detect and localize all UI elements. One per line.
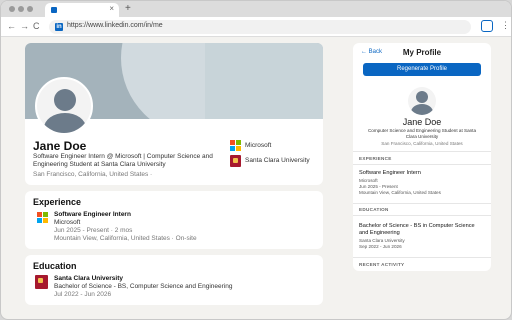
forward-arrow-icon[interactable]: → bbox=[20, 21, 29, 31]
sidebar-avatar bbox=[408, 87, 436, 115]
regenerate-profile-button[interactable]: Regenerate Profile bbox=[363, 63, 481, 76]
experience-heading: Experience bbox=[33, 197, 82, 207]
close-window-dot[interactable] bbox=[9, 6, 15, 12]
maximize-window-dot[interactable] bbox=[27, 6, 33, 12]
browser-window: × + ← → C in https://www.linkedin.com/in… bbox=[0, 0, 512, 320]
sidebar-headline-line1: Computer Science and Engineering Student… bbox=[367, 128, 477, 133]
tab-bar: × + bbox=[1, 1, 511, 17]
experience-role[interactable]: Software Engineer Intern bbox=[54, 211, 131, 218]
avatar-head-shape bbox=[54, 89, 76, 111]
divider bbox=[353, 151, 491, 152]
divider bbox=[353, 164, 491, 165]
profile-avatar[interactable] bbox=[35, 77, 93, 135]
sidebar-edu-degree-line2: and Engineering bbox=[359, 230, 400, 236]
url-bar[interactable]: in https://www.linkedin.com/in/me bbox=[49, 20, 471, 34]
url-text[interactable]: https://www.linkedin.com/in/me bbox=[67, 22, 163, 29]
sidebar-education-header: EDUCATION bbox=[359, 207, 389, 212]
minimize-window-dot[interactable] bbox=[18, 6, 24, 12]
browser-menu-icon[interactable]: ⋮ bbox=[501, 20, 510, 31]
education-degree: Bachelor of Science - BS, Computer Scien… bbox=[54, 283, 233, 290]
avatar-head-shape bbox=[416, 91, 428, 103]
linkedin-favicon-icon bbox=[51, 7, 57, 13]
sidebar-edu-dates: Sep 2022 - Jun 2026 bbox=[359, 244, 402, 249]
back-arrow-icon[interactable]: ← bbox=[7, 21, 16, 31]
reload-icon[interactable]: C bbox=[33, 21, 40, 31]
profile-card: Jane Doe Software Engineer Intern @ Micr… bbox=[25, 43, 323, 185]
linkedin-site-icon: in bbox=[55, 23, 63, 31]
profile-headline-line2: Engineering Student at Santa Clara Unive… bbox=[33, 161, 166, 168]
experience-location: Mountain View, California, United States… bbox=[54, 235, 197, 242]
divider bbox=[353, 203, 491, 204]
education-card: Education Santa Clara University Bachelo… bbox=[25, 255, 323, 305]
address-toolbar: ← → C in https://www.linkedin.com/in/me … bbox=[1, 17, 511, 37]
education-dates: Jul 2022 - Jun 2026 bbox=[54, 291, 112, 298]
divider bbox=[353, 215, 491, 216]
sidebar-activity-header: RECENT ACTIVITY bbox=[359, 262, 405, 267]
sidebar-headline-line2: Clara University bbox=[405, 134, 439, 139]
sidebar-name: Jane Doe bbox=[402, 117, 442, 127]
browser-tab[interactable]: × bbox=[45, 3, 119, 17]
extension-icon[interactable] bbox=[481, 20, 493, 32]
tab-close-icon[interactable]: × bbox=[109, 4, 114, 13]
profile-location: San Francisco, California, United States… bbox=[33, 171, 153, 178]
experience-dates: Jun 2025 - Present · 2 mos bbox=[54, 227, 133, 234]
extension-sidebar: ← Back My Profile Regenerate Profile Jan… bbox=[353, 43, 491, 271]
scu-logo-icon bbox=[230, 155, 241, 167]
microsoft-logo-icon bbox=[230, 140, 241, 151]
sidebar-exp-location: Mountain View, California, United States bbox=[359, 190, 441, 195]
sidebar-location: San Francisco, California, United States bbox=[381, 141, 463, 146]
sidebar-title: My Profile bbox=[402, 48, 442, 57]
microsoft-logo-icon bbox=[37, 212, 49, 224]
profile-headline-line1: Software Engineer Intern @ Microsoft | C… bbox=[33, 153, 213, 160]
banner-strip bbox=[205, 43, 323, 119]
new-tab-button[interactable]: + bbox=[125, 3, 131, 14]
company-scu-link[interactable]: Santa Clara University bbox=[245, 157, 310, 165]
sidebar-experience-header: EXPERIENCE bbox=[359, 156, 392, 161]
education-school[interactable]: Santa Clara University bbox=[54, 275, 123, 282]
profile-name: Jane Doe bbox=[33, 139, 87, 153]
divider bbox=[353, 257, 491, 258]
company-microsoft-link[interactable]: Microsoft bbox=[245, 142, 271, 150]
scu-logo-icon bbox=[35, 275, 48, 289]
avatar-body-shape bbox=[44, 113, 86, 133]
sidebar-exp-role: Software Engineer Intern bbox=[359, 170, 421, 176]
education-heading: Education bbox=[33, 261, 77, 271]
experience-card: Experience Software Engineer Intern Micr… bbox=[25, 191, 323, 249]
experience-company: Microsoft bbox=[54, 219, 81, 226]
sidebar-edu-degree-line1: Bachelor of Science - BS in Computer Sci… bbox=[359, 223, 475, 229]
avatar-body-shape bbox=[411, 104, 433, 115]
